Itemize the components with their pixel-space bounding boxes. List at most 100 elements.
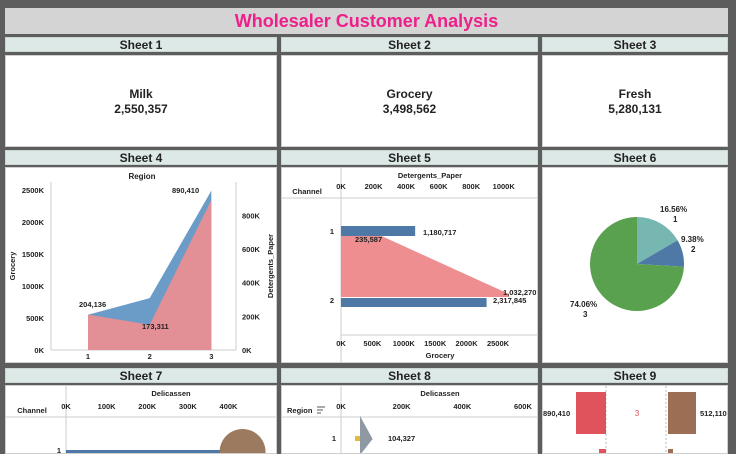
sheet1-header[interactable]: Sheet 1 [5, 37, 277, 52]
sheet5-detergents-area[interactable] [341, 235, 509, 297]
sheet9-chart[interactable]: 890,410 3 512,110 [543, 386, 728, 454]
sheet6-label-sub-2: 2 [691, 245, 696, 254]
sheet5-bottom-tick: 1500K [424, 339, 447, 348]
sheet8-row-header: Region [287, 406, 313, 415]
sheet5-top-axis-title: Detergents_Paper [398, 171, 462, 180]
kpi-fresh[interactable]: Fresh 5,280,131 [542, 55, 728, 147]
sheet8-ticks: 0K 200K 400K 600K [336, 402, 532, 411]
sheet9-header[interactable]: Sheet 9 [542, 368, 728, 383]
sheet5-label-235587: 235,587 [355, 235, 382, 244]
sheet8-tick: 200K [393, 402, 412, 411]
sheet4-right-ticks: 800K 600K 400K 200K 0K [242, 211, 261, 355]
sheet6-panel[interactable]: 16.56% 1 9.38% 2 74.06% 3 [542, 167, 728, 363]
sheet5-bar-grocery-2[interactable] [341, 298, 487, 307]
sheet5-bottom-ticks: 0K 500K 1000K 1500K 2000K 2500K [336, 339, 509, 348]
sheet7-row-header: Channel [17, 406, 47, 415]
sheet7-axis-title: Delicassen [151, 389, 191, 398]
sheet5-row-label-1: 1 [330, 227, 334, 236]
kpi-fresh-value: 5,280,131 [608, 101, 662, 116]
sheet8-triangle-mark[interactable] [360, 416, 373, 454]
sheet4-right-tick: 0K [242, 346, 252, 355]
sheet5-bottom-tick: 2000K [456, 339, 479, 348]
sheet4-title: Region [128, 172, 155, 181]
sheet4-x-tick: 2 [148, 352, 152, 361]
sheet5-header[interactable]: Sheet 5 [281, 150, 538, 165]
sheet4-left-tick: 2000K [22, 218, 45, 227]
kpi-fresh-name: Fresh [618, 86, 652, 101]
sheet5-top-tick: 200K [365, 182, 384, 191]
sheet5-top-tick: 600K [430, 182, 449, 191]
sheet9-bar-left-small[interactable] [599, 449, 606, 454]
sheet8-tick: 0K [336, 402, 346, 411]
sheet4-right-tick: 800K [242, 211, 261, 220]
sheet4-chart[interactable]: Region 2500K 2000K 1500K 1000K 500K 0K 8… [6, 168, 277, 363]
kpi-milk-name: Milk [129, 86, 153, 101]
sheet7-header[interactable]: Sheet 7 [5, 368, 277, 383]
sheet5-chart[interactable]: Detergents_Paper Channel 0K 200K 400K 60… [282, 168, 538, 363]
sheet4-left-tick: 2500K [22, 186, 45, 195]
kpi-milk-value: 2,550,357 [114, 101, 168, 116]
sheet4-x-tick: 3 [209, 352, 213, 361]
sheet5-top-tick: 1000K [493, 182, 516, 191]
sheet3-header[interactable]: Sheet 3 [542, 37, 728, 52]
sheet8-tick: 600K [514, 402, 533, 411]
sheet6-pie[interactable] [590, 217, 684, 311]
kpi-grocery-name: Grocery [386, 86, 433, 101]
sheet4-panel[interactable]: Region 2500K 2000K 1500K 1000K 500K 0K 8… [5, 167, 277, 363]
sheet5-top-tick: 0K [336, 182, 346, 191]
sheet7-dot-1[interactable] [219, 429, 266, 454]
sheet4-label-204136: 204,136 [79, 300, 106, 309]
dashboard-title: Wholesaler Customer Analysis [5, 8, 728, 34]
sheet5-row-header: Channel [292, 187, 322, 196]
sheet4-right-tick: 200K [242, 312, 261, 321]
sheet5-panel[interactable]: Detergents_Paper Channel 0K 200K 400K 60… [281, 167, 538, 363]
sheet6-label-sub-1: 1 [673, 215, 678, 224]
sheet5-label-1180717: 1,180,717 [423, 228, 456, 237]
sheet5-bottom-tick: 500K [363, 339, 382, 348]
sheet7-tick: 300K [179, 402, 198, 411]
sheet4-x-tick: 1 [86, 352, 90, 361]
sheet8-header[interactable]: Sheet 8 [281, 368, 538, 383]
sheet7-tick: 200K [138, 402, 157, 411]
sheet9-bar-right-small[interactable] [668, 449, 673, 454]
sheet4-left-tick: 500K [26, 314, 45, 323]
sheet7-ticks: 0K 100K 200K 300K 400K [61, 402, 238, 411]
sheet9-bar-left[interactable] [576, 392, 606, 434]
kpi-milk[interactable]: Milk 2,550,357 [5, 55, 277, 147]
sheet5-bottom-tick: 1000K [393, 339, 416, 348]
sheet4-header[interactable]: Sheet 4 [5, 150, 277, 165]
sheet5-top-tick: 400K [397, 182, 416, 191]
sheet7-chart[interactable]: Delicassen Channel 0K 100K 200K 300K 400… [6, 386, 277, 454]
sheet5-label-2317845: 2,317,845 [493, 296, 526, 305]
sheet8-panel[interactable]: Delicassen Region 0K 200K 400K 600K 1 10… [281, 385, 538, 454]
sheet8-chart[interactable]: Delicassen Region 0K 200K 400K 600K 1 10… [282, 386, 538, 454]
sheet6-label-sub-3: 3 [583, 310, 588, 319]
sheet5-bottom-axis-title: Grocery [426, 351, 456, 360]
sheet9-label-right: 512,110 [700, 409, 727, 418]
sheet8-label-104327: 104,327 [388, 434, 415, 443]
sheet9-panel[interactable]: 890,410 3 512,110 [542, 385, 728, 454]
sheet6-label-pct-3: 74.06% [570, 300, 597, 309]
sheet4-right-tick: 600K [242, 245, 261, 254]
sheet6-label-pct-1: 16.56% [660, 205, 687, 214]
sheet5-top-tick: 800K [462, 182, 481, 191]
sheet7-tick: 400K [220, 402, 239, 411]
kpi-grocery[interactable]: Grocery 3,498,562 [281, 55, 538, 147]
sheet7-tick: 100K [98, 402, 117, 411]
dashboard: Wholesaler Customer Analysis Sheet 1 She… [0, 0, 736, 454]
sheet9-bar-right[interactable] [668, 392, 696, 434]
sheet7-bar-1[interactable] [66, 450, 233, 454]
sheet7-panel[interactable]: Delicassen Channel 0K 100K 200K 300K 400… [5, 385, 277, 454]
sheet7-tick: 0K [61, 402, 71, 411]
sheet8-tick: 400K [453, 402, 472, 411]
sheet9-label-center: 3 [635, 409, 640, 418]
sort-icon[interactable] [317, 406, 325, 414]
sheet8-axis-title: Delicassen [420, 389, 460, 398]
sheet6-chart[interactable]: 16.56% 1 9.38% 2 74.06% 3 [543, 168, 728, 363]
sheet2-header[interactable]: Sheet 2 [281, 37, 538, 52]
sheet6-label-pct-2: 9.38% [681, 235, 704, 244]
sheet5-top-ticks: 0K 200K 400K 600K 800K 1000K [336, 182, 515, 191]
sheet4-label-890410: 890,410 [172, 186, 199, 195]
sheet9-label-left: 890,410 [543, 409, 570, 418]
sheet6-header[interactable]: Sheet 6 [542, 150, 728, 165]
